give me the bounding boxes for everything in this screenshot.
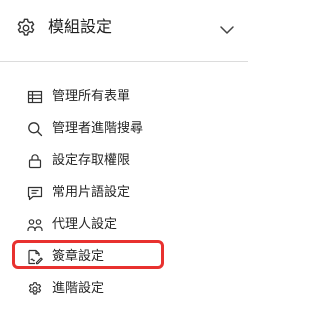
module-settings-panel: 模組設定 管理所有表單 管理者進階搜尋 設定存取權限 常用片語設定 代理人設定 … [0,0,248,312]
menu-item-label: 常用片語設定 [52,185,131,200]
menu-item-label: 代理人設定 [52,217,118,232]
chevron-down-icon[interactable] [219,22,235,38]
users-icon [27,217,43,233]
menu-item-manage-forms[interactable]: 管理所有表單 [0,80,248,112]
header-divider [0,61,248,62]
settings-menu: 管理所有表單 管理者進階搜尋 設定存取權限 常用片語設定 代理人設定 簽章設定 … [0,80,248,304]
search-icon [27,121,43,137]
menu-item-common-phrases[interactable]: 常用片語設定 [0,176,248,208]
menu-item-signature[interactable]: 簽章設定 [0,240,248,272]
gear-icon [27,281,43,297]
message-icon [27,185,43,201]
menu-item-admin-search[interactable]: 管理者進階搜尋 [0,112,248,144]
gear-icon [15,17,37,39]
menu-item-label: 進階設定 [52,281,105,296]
menu-item-label: 管理者進階搜尋 [52,121,144,136]
menu-item-delegate[interactable]: 代理人設定 [0,208,248,240]
table-icon [27,89,43,105]
menu-item-access-permissions[interactable]: 設定存取權限 [0,144,248,176]
menu-item-label: 簽章設定 [52,249,105,264]
menu-item-label: 管理所有表單 [52,89,131,104]
menu-item-label: 設定存取權限 [52,153,131,168]
menu-item-advanced-settings[interactable]: 進階設定 [0,272,248,304]
module-settings-header[interactable]: 模組設定 [0,0,248,62]
lock-icon [27,153,43,169]
header-title: 模組設定 [48,17,113,36]
signature-icon [27,249,43,265]
